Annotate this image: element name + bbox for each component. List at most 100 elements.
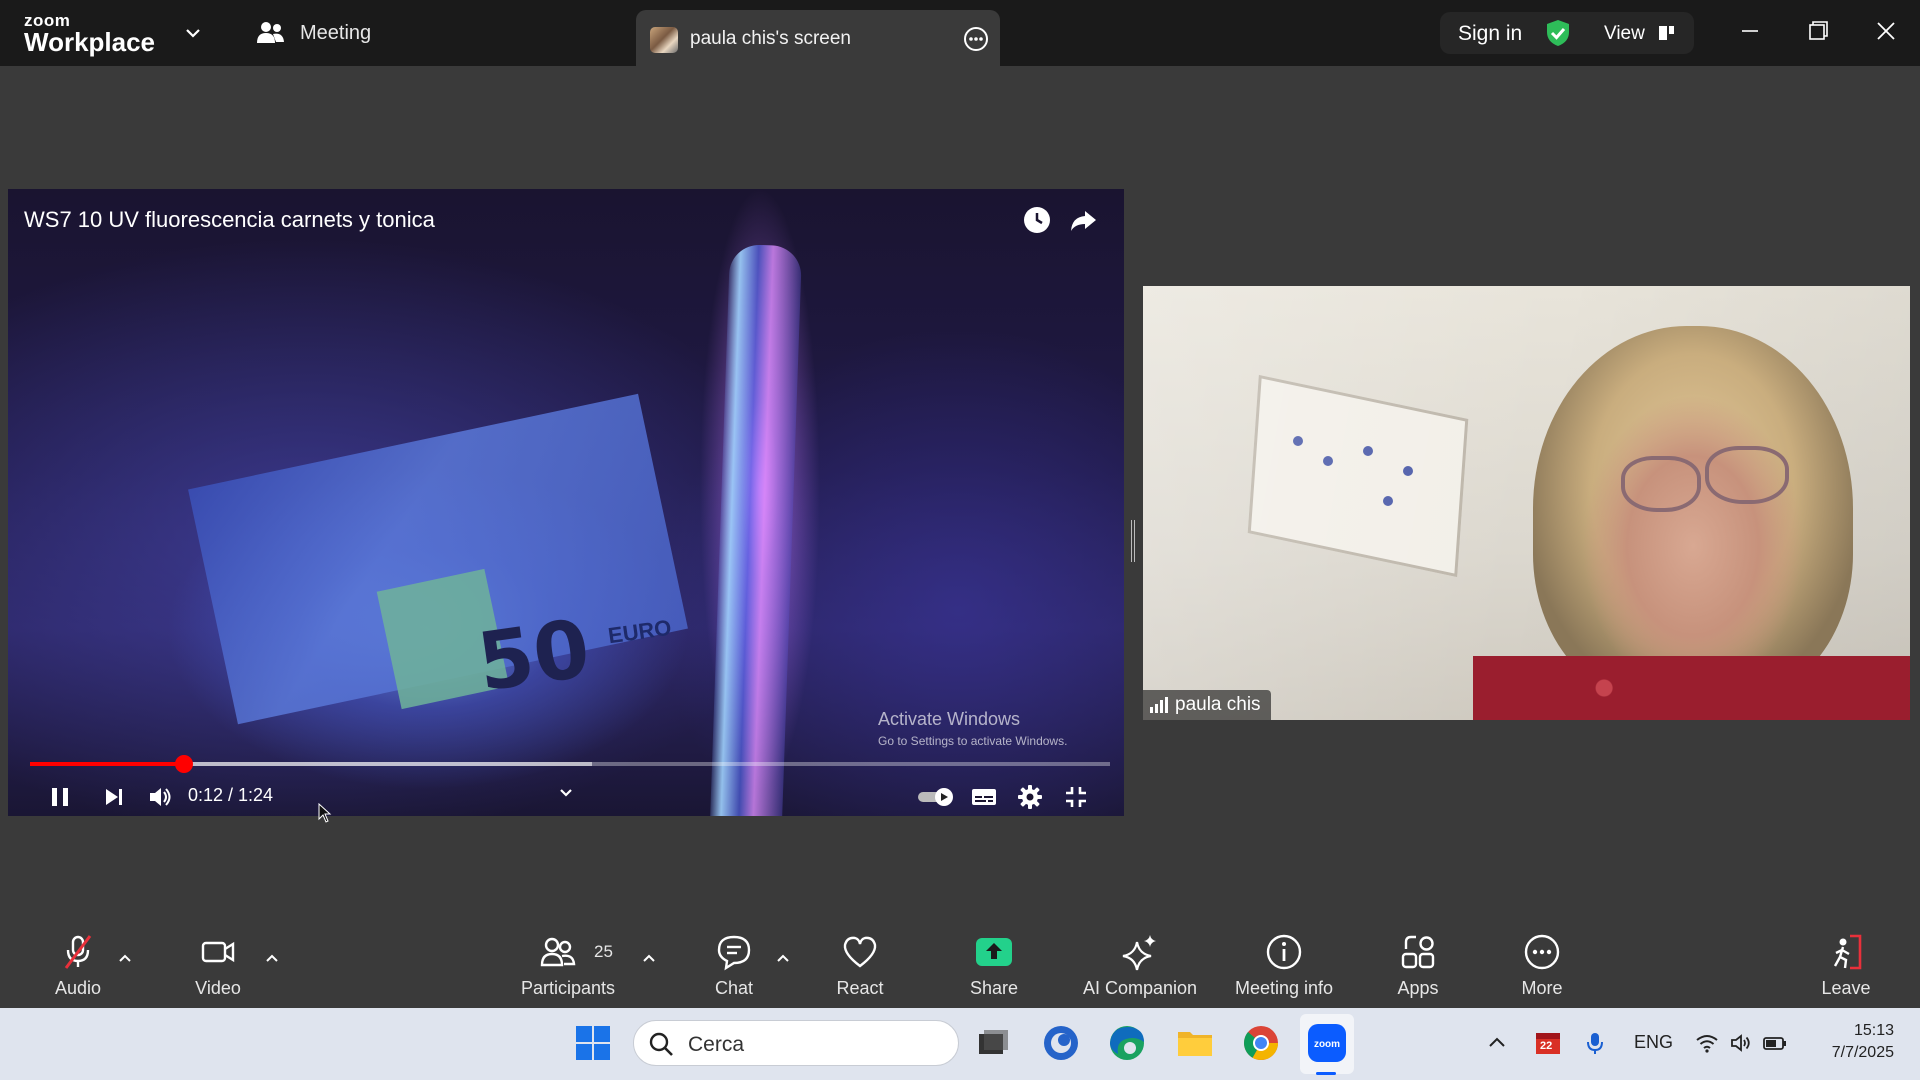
progress-played (30, 762, 185, 766)
people-icon (257, 22, 284, 43)
watch-later-icon[interactable] (1022, 205, 1052, 235)
participant-video-tile[interactable] (1143, 286, 1910, 720)
share-screen-icon (976, 938, 1012, 966)
volume-icon[interactable] (1728, 1030, 1754, 1056)
more-dots-icon (1524, 934, 1560, 970)
info-icon (1266, 934, 1302, 970)
ai-companion-label: AI Companion (1082, 978, 1198, 998)
exit-fullscreen-icon[interactable] (1060, 781, 1092, 813)
leave-button[interactable]: Leave (1812, 932, 1880, 1006)
taskbar-search-box[interactable]: Cerca (633, 1020, 959, 1066)
volume-icon[interactable] (144, 781, 176, 813)
task-view-icon[interactable] (972, 1022, 1014, 1064)
audio-button[interactable]: Audio (42, 932, 114, 1006)
apps-grid-icon (1401, 935, 1435, 969)
autoplay-toggle-icon[interactable] (916, 781, 956, 813)
view-layout-icon[interactable] (1658, 24, 1676, 42)
activate-windows-watermark: Activate Windows Go to Settings to activ… (878, 709, 1067, 748)
battery-icon[interactable] (1762, 1030, 1788, 1056)
signal-strength-icon (1150, 697, 1168, 713)
tab-meeting-label: Meeting (300, 21, 372, 44)
clock-date: 7/7/2025 (1831, 1044, 1894, 1061)
next-icon[interactable] (98, 781, 130, 813)
search-icon (649, 1032, 673, 1056)
react-button[interactable]: React (826, 932, 894, 1006)
more-options-icon[interactable] (962, 25, 990, 53)
video-camera-icon (201, 941, 235, 963)
wifi-icon[interactable] (1694, 1030, 1720, 1056)
account-group: Sign in View (1440, 12, 1694, 54)
zoom-app-icon[interactable]: zoom (1306, 1022, 1348, 1064)
search-placeholder: Cerca (688, 1033, 745, 1056)
react-label: React (836, 978, 884, 998)
shared-screen-thumbnail (650, 27, 678, 53)
tab-shared-screen[interactable]: paula chis's screen (636, 10, 1000, 68)
glasses-left-lens (1621, 456, 1701, 512)
progress-scrubber-handle[interactable] (175, 755, 194, 773)
edge-browser-icon[interactable] (1106, 1022, 1148, 1064)
leave-label: Leave (1821, 978, 1871, 998)
settings-gear-icon[interactable] (1014, 781, 1046, 813)
windows-start-icon[interactable] (572, 1022, 614, 1064)
windows-taskbar: Cerca zoom 22 ENG 15:13 7/7/2025 (0, 1008, 1920, 1080)
taskbar-clock[interactable]: 15:13 7/7/2025 (1812, 1020, 1894, 1064)
svg-text:zoom: zoom (1314, 1039, 1340, 1050)
chevron-down-icon[interactable] (550, 777, 582, 809)
apps-label: Apps (1397, 978, 1439, 998)
pause-icon[interactable] (44, 781, 76, 813)
zoom-workplace-logo[interactable]: zoom Workplace (24, 12, 155, 55)
chat-button[interactable]: Chat (700, 932, 768, 1006)
ai-companion-button[interactable]: AI Companion (1078, 932, 1202, 1006)
chevron-down-icon[interactable] (182, 22, 204, 44)
input-language[interactable]: ENG (1634, 1032, 1673, 1053)
glasses-right-lens (1705, 446, 1789, 504)
shared-video-player[interactable]: 50 EURO WS7 10 UV fluorescencia carnets … (8, 189, 1124, 816)
apps-button[interactable]: Apps (1384, 932, 1452, 1006)
meeting-info-label: Meeting info (1234, 978, 1334, 998)
share-button[interactable]: Share (960, 932, 1028, 1006)
security-shield-icon[interactable] (1544, 18, 1572, 48)
microphone-muted-icon (64, 935, 92, 969)
video-timecode: 0:12 / 1:24 (188, 785, 274, 805)
mouse-cursor-icon (318, 803, 332, 823)
uv-lamp-image (709, 243, 803, 816)
participant-name-label: paula chis (1143, 690, 1271, 720)
sign-in-button[interactable]: Sign in (1458, 22, 1522, 46)
browser-swirl-icon[interactable] (1040, 1022, 1082, 1064)
view-button[interactable]: View (1604, 23, 1645, 45)
microphone-icon[interactable] (1582, 1030, 1608, 1056)
video-title[interactable]: WS7 10 UV fluorescencia carnets y tonica (24, 207, 435, 233)
layout-splitter-handle[interactable] (1131, 520, 1135, 562)
close-icon[interactable] (1866, 14, 1906, 48)
video-progress-bar[interactable] (30, 755, 1110, 773)
chevron-up-icon[interactable] (117, 950, 133, 966)
active-app-indicator (1316, 1072, 1336, 1075)
participants-count: 25 (594, 942, 613, 961)
file-explorer-icon[interactable] (1174, 1022, 1216, 1064)
chevron-up-icon[interactable] (775, 950, 791, 966)
tab-meeting[interactable]: Meeting (256, 20, 371, 46)
audio-label: Audio (54, 978, 102, 998)
share-arrow-icon[interactable] (1068, 205, 1098, 235)
video-button[interactable]: Video (182, 932, 254, 1006)
title-bar: zoom Workplace Meeting paula chis's scre… (0, 0, 1920, 68)
heart-icon (843, 936, 877, 968)
more-button[interactable]: More (1508, 932, 1576, 1006)
logo-workplace-text: Workplace (24, 27, 156, 57)
chevron-up-icon[interactable] (264, 950, 280, 966)
chevron-up-icon[interactable] (1484, 1030, 1510, 1056)
minimize-icon[interactable] (1730, 14, 1770, 48)
participants-label: Participants (520, 978, 616, 998)
meeting-info-button[interactable]: Meeting info (1228, 932, 1340, 1006)
subtitles-icon[interactable] (968, 781, 1000, 813)
video-label: Video (195, 978, 241, 998)
activate-windows-subtitle: Go to Settings to activate Windows. (878, 734, 1068, 748)
more-label: More (1521, 978, 1563, 998)
participant-shirt (1473, 656, 1910, 720)
meeting-toolbar: Audio Video Participants 25 Chat React S… (0, 922, 1920, 1008)
share-label: Share (969, 978, 1019, 998)
restore-icon[interactable] (1798, 14, 1838, 48)
calendar-app-icon[interactable]: 22 (1534, 1028, 1562, 1056)
chevron-up-icon[interactable] (641, 950, 657, 966)
chrome-browser-icon[interactable] (1240, 1022, 1282, 1064)
